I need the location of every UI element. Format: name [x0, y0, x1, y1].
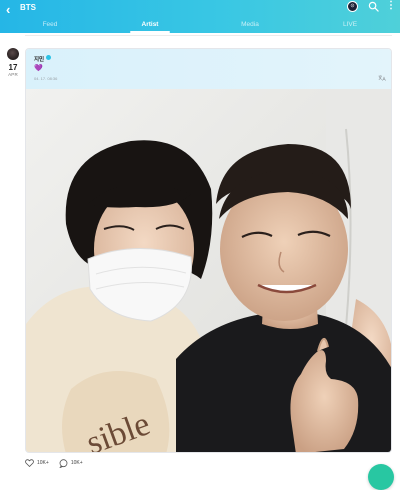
like-button[interactable]: 10K+: [25, 459, 49, 467]
post-timestamp: 04. 17. 08:36: [34, 76, 58, 81]
comment-button[interactable]: 10K+: [59, 458, 83, 468]
back-icon[interactable]: ‹: [6, 2, 10, 17]
post-photo[interactable]: sible: [26, 89, 392, 453]
post-month: APR: [8, 72, 18, 77]
post-card[interactable]: 지민 💜 04. 17. 08:36 sible: [25, 48, 392, 453]
tab-media[interactable]: Media: [200, 20, 300, 33]
tab-artist[interactable]: Artist: [100, 20, 200, 33]
tab-live[interactable]: LIVE: [300, 20, 400, 33]
verified-icon: [46, 55, 51, 60]
post-actions: 10K+ 10K+: [25, 457, 93, 469]
translate-icon[interactable]: [378, 75, 386, 81]
author-name[interactable]: 지민: [34, 55, 44, 63]
compose-button[interactable]: [368, 464, 394, 490]
post-date: 17 APR: [6, 48, 20, 77]
cast-icon[interactable]: ⊙: [347, 1, 358, 12]
like-icon: [25, 459, 34, 467]
previous-post-edge: [25, 33, 392, 36]
like-count: 10K+: [37, 460, 49, 466]
search-icon[interactable]: [368, 1, 379, 12]
more-icon[interactable]: ⋮: [386, 0, 396, 11]
comment-icon: [59, 458, 68, 468]
post-body: 💜: [34, 65, 43, 72]
tab-bar: Feed Artist Media LIVE: [0, 20, 400, 33]
tab-feed[interactable]: Feed: [0, 20, 100, 33]
post-header: 지민 💜 04. 17. 08:36: [26, 49, 391, 89]
top-bar: ‹ BTS ⊙ ⋮ Feed Artist Media LIVE: [0, 0, 400, 33]
comment-count: 10K+: [70, 460, 83, 466]
avatar[interactable]: [7, 48, 19, 60]
page-title: BTS: [20, 3, 36, 12]
post-day: 17: [8, 63, 18, 72]
